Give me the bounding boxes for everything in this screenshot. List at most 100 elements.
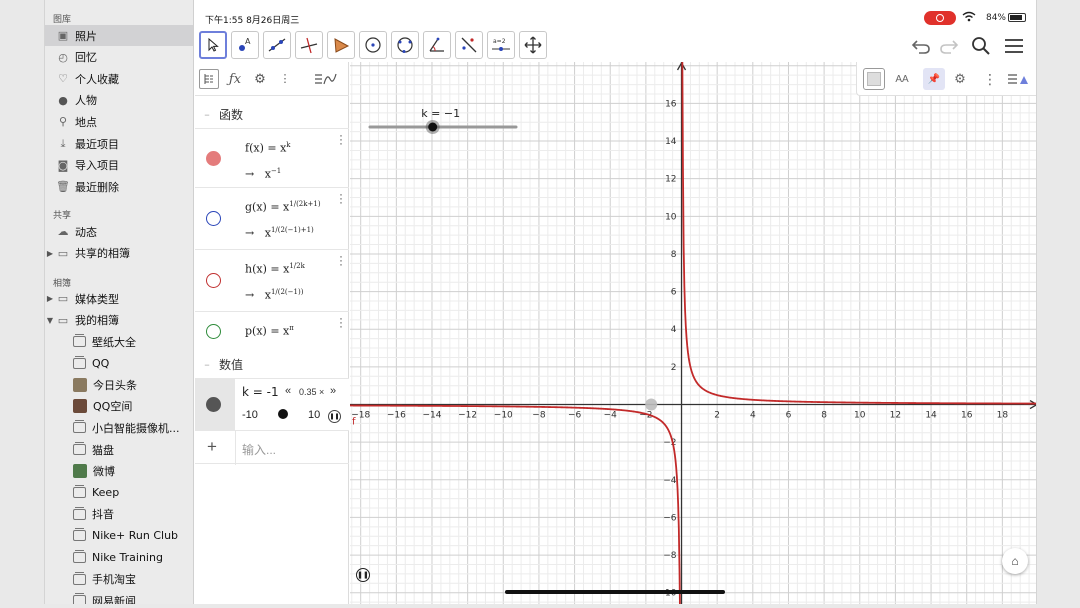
sidebar-item[interactable]: ◴ 回忆 — [45, 47, 193, 68]
function-row-f[interactable]: f(x) = xk → x−1 · · · — [195, 128, 349, 187]
algebra-more-icon[interactable]: ⋮ — [275, 69, 295, 89]
angle-tool-button[interactable] — [423, 31, 451, 59]
tree-list-icon — [204, 74, 213, 84]
move-tool-button[interactable] — [199, 31, 227, 59]
slider-tool-button[interactable]: a=2 — [487, 31, 515, 59]
sidebar-item-label: 动态 — [75, 225, 97, 239]
row-more-icon[interactable]: · · · — [339, 129, 343, 149]
folder-icon: ▭ — [57, 313, 69, 327]
disclosure-triangle-icon[interactable]: ▶ — [45, 294, 55, 303]
redo-icon — [940, 40, 959, 54]
line-tool-button[interactable] — [263, 31, 291, 59]
pin-icon[interactable]: 📌 — [923, 68, 945, 90]
move-graphics-tool-button[interactable] — [519, 31, 547, 59]
album-item[interactable]: 微博 — [45, 461, 193, 482]
sidebar-item[interactable]: ⚲ 地点 — [45, 111, 193, 132]
style-bar-toggle-icon[interactable] — [1007, 68, 1029, 90]
album-item[interactable]: Keep — [45, 482, 193, 503]
graphics-view[interactable]: −18−16−14−12−10−8−6−4−224681012141618−10… — [350, 62, 1037, 604]
main-menu-button[interactable] — [1002, 34, 1026, 58]
album-item[interactable]: QQ — [45, 353, 193, 374]
pause-animation-icon[interactable]: ❚❚ — [328, 410, 341, 423]
album-item[interactable]: 网易新闻 — [45, 590, 193, 604]
numbers-group-header[interactable]: – 数值 — [195, 350, 349, 378]
home-view-button[interactable]: ⌂ — [1002, 548, 1028, 574]
sidebar-item[interactable]: ♡ 个人收藏 — [45, 68, 193, 89]
function-row-h[interactable]: h(x) = x1/2k → x1/(2(−1)) · · · — [195, 249, 349, 311]
visibility-toggle-marker[interactable] — [206, 273, 221, 288]
sidebar-item[interactable]: ▣ 照片 — [45, 25, 193, 46]
algebra-view-toggle[interactable] — [199, 69, 219, 89]
album-item[interactable]: 壁纸大全 — [45, 331, 193, 352]
visibility-toggle-marker[interactable] — [206, 150, 221, 166]
disclosure-triangle-icon[interactable]: ▶ — [45, 249, 55, 258]
function-definition[interactable]: p(x) = xπ — [245, 324, 294, 338]
polygon-tool-button[interactable] — [327, 31, 355, 59]
disclosure-triangle-icon[interactable]: ▼ — [45, 316, 55, 325]
album-item[interactable]: 小白智能摄像机... — [45, 417, 193, 438]
functions-group-header[interactable]: – 函数 — [195, 100, 349, 128]
algebra-settings-gear-icon[interactable]: ⚙ — [250, 69, 270, 89]
sidebar-item[interactable]: ⤓ 最近项目 — [45, 133, 193, 154]
row-more-icon[interactable]: · · · — [339, 312, 343, 332]
album-item[interactable]: 手机淘宝 — [45, 569, 193, 590]
undo-button[interactable] — [909, 34, 933, 58]
sidebar-item[interactable]: ◙ 导入项目 — [45, 155, 193, 176]
color-swatch-button[interactable] — [863, 68, 885, 90]
function-definition[interactable]: g(x) = x1/(2k+1) — [245, 200, 321, 214]
function-definition[interactable]: h(x) = x1/2k — [245, 262, 305, 276]
graph-canvas[interactable]: −18−16−14−12−10−8−6−4−224681012141618−10… — [350, 62, 1037, 604]
sidebar-item[interactable]: 🗑 最近删除 — [45, 176, 193, 197]
function-row-p[interactable]: p(x) = xπ · · · — [195, 311, 349, 350]
input-bar-row[interactable]: + 输入... — [195, 430, 349, 465]
home-indicator[interactable] — [505, 590, 725, 594]
visibility-toggle-marker[interactable] — [206, 211, 221, 226]
function-fx-icon[interactable]: ƒx — [225, 69, 245, 89]
text-size-icon[interactable]: AA — [891, 68, 913, 90]
x-tick-label: 12 — [890, 411, 901, 421]
album-item[interactable]: Nike+ Run Club — [45, 525, 193, 546]
album-icon — [73, 420, 86, 434]
circle-3pt-tool-button[interactable] — [391, 31, 419, 59]
function-row-g[interactable]: g(x) = x1/(2k+1) → x1/(2(−1)+1) · · · — [195, 187, 349, 249]
graphics-settings-gear-icon[interactable]: ⚙ — [949, 68, 971, 90]
graphics-more-icon[interactable]: ⋮ — [979, 68, 1001, 90]
collapse-minus-icon[interactable]: – — [195, 358, 219, 371]
slow-down-icon[interactable]: « — [285, 385, 291, 397]
circle-tool-button[interactable] — [359, 31, 387, 59]
album-item[interactable]: 抖音 — [45, 504, 193, 525]
slider-k-marker[interactable] — [206, 397, 221, 412]
row-more-icon[interactable]: · · · — [339, 250, 343, 270]
slider-k-row[interactable]: k = -1 « 0.35 × » -10 10 ❚❚ — [195, 378, 349, 431]
screen-recording-icon[interactable] — [924, 11, 956, 25]
graph-style-icon[interactable] — [313, 69, 339, 89]
graphics-pause-icon[interactable]: ❚❚ — [356, 568, 370, 582]
sidebar-item[interactable]: ▶ ▭ 媒体类型 — [45, 288, 193, 309]
reflect-tool-button[interactable] — [455, 31, 483, 59]
collapse-minus-icon[interactable]: – — [195, 108, 219, 121]
redo-button[interactable] — [937, 34, 961, 58]
visibility-toggle-marker[interactable] — [206, 323, 221, 339]
sidebar-item[interactable]: ▼ ▭ 我的相簿 — [45, 310, 193, 331]
speed-up-icon[interactable]: » — [330, 385, 336, 397]
album-item[interactable]: Nike Training — [45, 547, 193, 568]
search-button[interactable] — [969, 34, 993, 58]
album-item[interactable]: 猫盘 — [45, 439, 193, 460]
sidebar-item[interactable]: ▶ ▭ 共享的相簿 — [45, 243, 193, 264]
function-f-label: f — [352, 417, 356, 428]
geogebra-toolbar: A a=2 — [195, 30, 1036, 62]
album-item[interactable]: QQ空间 — [45, 396, 193, 417]
input-placeholder[interactable]: 输入... — [242, 441, 276, 458]
row-more-icon[interactable]: · · · — [339, 188, 343, 208]
add-plus-icon[interactable]: + — [207, 437, 217, 457]
function-definition[interactable]: f(x) = xk — [245, 141, 291, 155]
x-tick-label: 14 — [925, 411, 937, 421]
slider-icon: a=2 — [492, 38, 510, 51]
slider-k-knob[interactable] — [278, 409, 288, 419]
perpendicular-tool-button[interactable] — [295, 31, 323, 59]
album-label: 网易新闻 — [92, 594, 136, 604]
sidebar-item[interactable]: ● 人物 — [45, 90, 193, 111]
album-item[interactable]: 今日头条 — [45, 374, 193, 395]
sidebar-item[interactable]: ☁ 动态 — [45, 221, 193, 242]
point-tool-button[interactable]: A — [231, 31, 259, 59]
